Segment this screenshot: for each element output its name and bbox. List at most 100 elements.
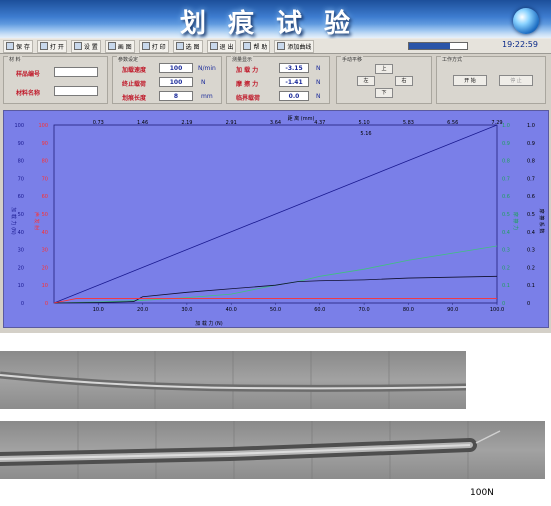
toolbar-button-3[interactable]: 画 图 [104,39,135,53]
toolbar-button-label: 画 图 [117,43,132,51]
toolbar-button-6[interactable]: 退 出 [206,39,237,53]
toolbar-button-label: 保 存 [16,43,30,51]
right-black-tick-label: 0.5 [527,212,535,218]
load-caption: 100N [470,488,494,498]
top-tick-label: 6.56 [447,120,458,126]
stop-button[interactable]: 停 止 [499,75,533,86]
material-panel: 材 料 样品编号 材料名称 [3,56,108,104]
top-tick-label: 5.83 [403,120,414,126]
x-tick-label: 40.0 [226,307,237,313]
move-up-button[interactable]: 上 [375,64,393,74]
left-tick-label: 80 [18,159,24,165]
right-black-tick-label: 0.3 [527,248,535,254]
x-tick-label: 100.0 [490,307,504,313]
open-icon [39,42,48,50]
toolbar-button-1[interactable]: 打 开 [36,39,67,53]
right-tick-label: 0.1 [502,283,510,289]
x-tick-label: 70.0 [359,307,370,313]
top-tick-label: 5.10 [359,120,370,126]
left-tick-label: 10 [18,283,24,289]
direction-legend: 手动平移 [341,56,364,63]
params-legend: 参数设定 [117,56,140,63]
toolbar-button-8[interactable]: 添加曲线 [274,39,315,53]
x-tick-label: 60.0 [314,307,325,313]
toolbar-button-2[interactable]: 设 置 [70,39,101,53]
friction-unit: N [316,79,321,86]
toolbar-button-label: 选 图 [185,43,200,51]
add-curve-icon [277,42,286,50]
scratch-length-label: 划痕长度 [122,95,147,102]
right-tick-label: 0.8 [502,159,510,165]
sample-id-input[interactable] [54,67,98,77]
critical-load-value: 0.0 [279,91,309,101]
series-line-2 [53,275,498,304]
left-red-tick-label: 40 [42,230,48,236]
toolbar-button-label: 打 开 [49,43,64,51]
left-red-tick-label: 90 [42,141,48,147]
right-black-tick-label: 0.8 [527,159,535,165]
friction-value: -1.41 [279,77,309,87]
scratch-chart-svg: 距 离 (mm) 5.16 加 载 力 (N) 加 载 力 (N) 声 发 射 … [10,115,545,327]
toolbar-button-label: 退 出 [219,43,234,51]
x-tick-label: 20.0 [137,307,148,313]
right-black-tick-label: 1.0 [527,123,535,129]
toolbar-button-7[interactable]: 帮 助 [240,39,271,53]
top-axis-label: 距 离 (mm) [288,115,315,122]
critical-load-label: 临界载荷 [236,95,261,102]
toolbar-button-0[interactable]: 保 存 [3,39,33,53]
x-tick-label: 80.0 [403,307,414,313]
stop-load-input[interactable]: 100 [159,77,193,87]
stop-load-label: 终止载荷 [122,81,147,88]
scratch-length-input[interactable]: 8 [159,91,193,101]
move-down-button[interactable]: 下 [375,88,393,98]
right-tick-label: 0.4 [502,230,510,236]
start-button[interactable]: 开 始 [453,75,487,86]
left-red-tick-label: 70 [42,176,48,182]
top-tick-label: 3.64 [270,120,281,126]
scratch-test-window: 划痕试验 保 存 打 开 设 置 画 图 打 印 选 图 退 出 帮 助 添加曲线 19:22:… [0,0,551,333]
right-tick-label: 0.5 [502,212,510,218]
toolbar: 保 存 打 开 设 置 画 图 打 印 选 图 退 出 帮 助 添加曲线 [0,39,551,54]
x-axis-label: 加 载 力 (N) [195,320,222,327]
series-line-0 [53,124,498,304]
right-tick-label: 0.6 [502,194,510,200]
measure-legend: 测量显示 [231,56,254,63]
toolbar-button-5[interactable]: 选 图 [172,39,203,53]
left-red-tick-label: 50 [42,212,48,218]
right-black-tick-label: 0.9 [527,141,535,147]
title-banner: 划痕试验 [0,0,551,40]
right-tick-label: 1.0 [502,123,510,129]
save-icon [6,42,14,50]
material-name-input[interactable] [54,86,98,96]
left-red-axis-label: 声 发 射 [33,212,40,230]
left-red-tick-label: 0 [45,301,48,307]
left-red-tick-label: 60 [42,194,48,200]
load-force-value: -3.15 [279,63,309,73]
x-tick-label: 10.0 [93,307,104,313]
x-tick-label: 90.0 [447,307,458,313]
micrograph-full-svg [0,421,545,479]
app-title: 划痕试验 [180,9,373,39]
help-icon [243,42,252,50]
left-blue-axis-label: 加 载 力 (N) [10,207,17,234]
clock: 19:22:59 [502,40,538,49]
series-line-1 [53,245,498,304]
micrograph-partial-svg [0,351,466,409]
direction-panel: 手动平移 上 左 右 下 [336,56,432,104]
stop-load-unit: N [201,79,206,86]
left-tick-label: 60 [18,194,24,200]
move-right-button[interactable]: 右 [395,76,413,86]
left-tick-label: 20 [18,265,24,271]
move-left-button[interactable]: 左 [357,76,375,86]
scratch-micrograph-full [0,421,545,479]
right-black-tick-label: 0 [527,301,530,307]
scratch-micrograph-partial [0,351,466,409]
toolbar-button-label: 添加曲线 [287,43,312,51]
right-black-tick-label: 0.7 [527,176,535,182]
left-red-tick-label: 80 [42,159,48,165]
control-legend: 工作方式 [441,56,464,63]
toolbar-button-4[interactable]: 打 印 [138,39,169,53]
left-tick-label: 70 [18,176,24,182]
rate-input[interactable]: 100 [159,63,193,73]
right-tick-label: 0.9 [502,141,510,147]
